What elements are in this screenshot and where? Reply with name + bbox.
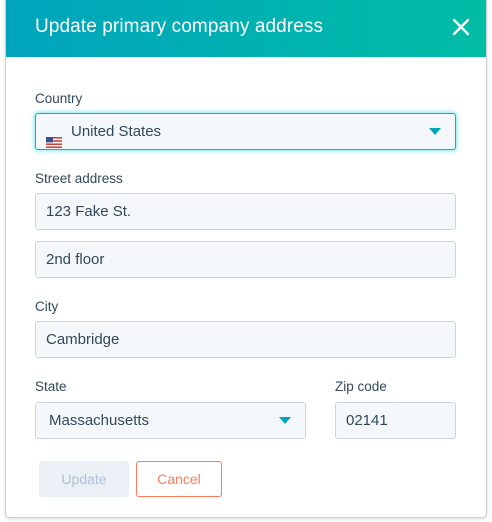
city-label: City <box>35 299 59 314</box>
zip-code-input[interactable]: 02141 <box>335 402 456 439</box>
country-value: United States <box>71 123 162 140</box>
country-select[interactable]: United States <box>35 113 456 150</box>
update-address-dialog: Update primary company address Country U… <box>5 0 487 518</box>
us-flag-icon <box>46 126 62 148</box>
city-input[interactable]: Cambridge <box>35 321 456 358</box>
update-button[interactable]: Update <box>39 461 129 497</box>
chevron-down-icon <box>279 417 291 424</box>
dialog-header: Update primary company address <box>6 0 486 57</box>
chevron-down-icon <box>429 128 441 135</box>
street-address-line2-input[interactable]: 2nd floor <box>35 241 456 278</box>
country-label: Country <box>35 91 83 106</box>
zip-code-label: Zip code <box>335 379 387 394</box>
state-value: Massachusetts <box>49 412 150 429</box>
cancel-button[interactable]: Cancel <box>136 461 222 497</box>
dialog-title: Update primary company address <box>35 16 324 37</box>
street-address-label: Street address <box>35 171 123 186</box>
state-select[interactable]: Massachusetts <box>35 402 306 439</box>
close-icon[interactable] <box>450 16 472 38</box>
state-label: State <box>35 379 67 394</box>
street-address-line1-input[interactable]: 123 Fake St. <box>35 193 456 230</box>
